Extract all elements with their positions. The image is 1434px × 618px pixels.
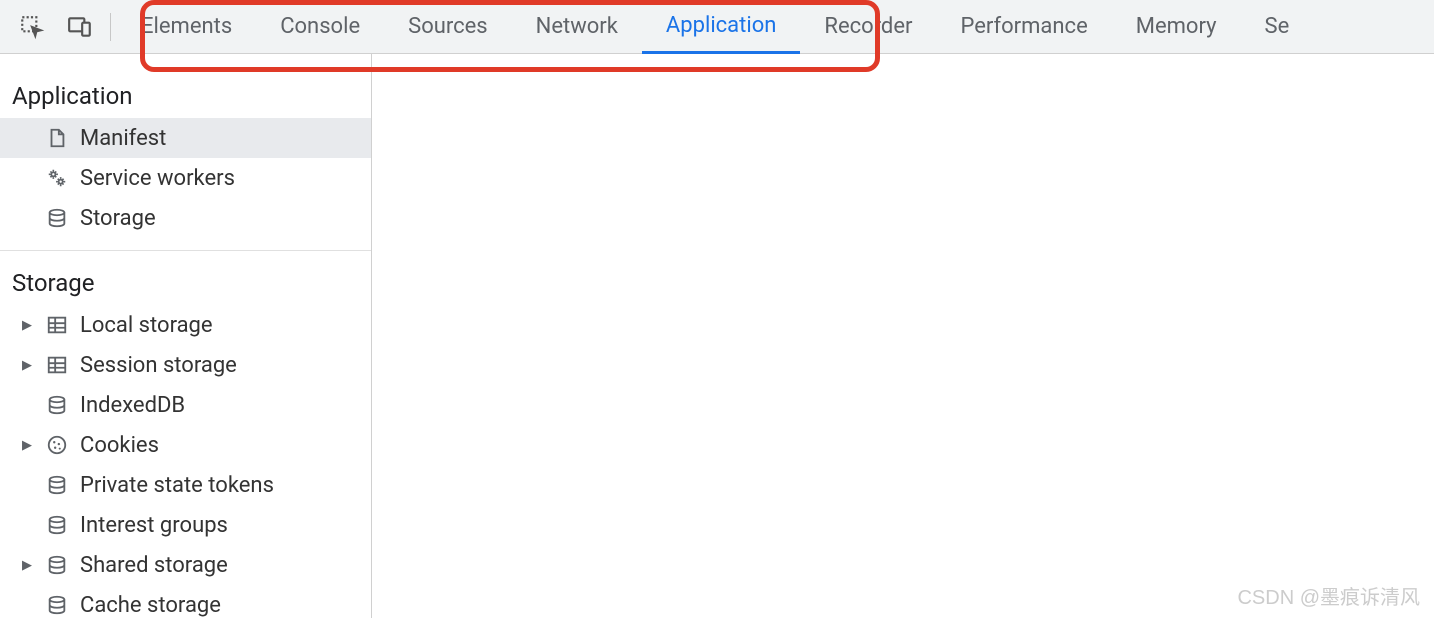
- tab-recorder[interactable]: Recorder: [800, 0, 936, 54]
- expand-toggle-icon[interactable]: ▶: [20, 358, 34, 373]
- sidebar-item-label: Service workers: [80, 166, 371, 191]
- tabs-container: Elements Console Sources Network Application…: [117, 0, 1313, 54]
- tab-label: Sources: [408, 14, 488, 39]
- sidebar-item-label: Shared storage: [80, 553, 371, 578]
- section-header: Storage: [0, 251, 371, 305]
- sidebar-item-local-storage[interactable]: ▶ Local storage: [0, 305, 371, 345]
- sidebar-item-indexeddb[interactable]: IndexedDB: [0, 385, 371, 425]
- sidebar-item-cache-storage[interactable]: Cache storage: [0, 585, 371, 618]
- application-sidebar[interactable]: Application Manifest Service workers Storag…: [0, 54, 372, 618]
- table-icon: [44, 354, 70, 376]
- tab-label: Recorder: [824, 14, 912, 39]
- tab-elements[interactable]: Elements: [117, 0, 256, 54]
- sidebar-item-label: IndexedDB: [80, 393, 371, 418]
- sidebar-item-label: Local storage: [80, 313, 371, 338]
- tab-label: Application: [666, 13, 776, 38]
- tab-sources[interactable]: Sources: [384, 0, 512, 54]
- sidebar-item-label: Interest groups: [80, 513, 371, 538]
- sidebar-item-label: Cookies: [80, 433, 371, 458]
- table-icon: [44, 314, 70, 336]
- tab-performance[interactable]: Performance: [936, 0, 1111, 54]
- inspect-element-icon[interactable]: [8, 0, 56, 54]
- tab-label: Network: [536, 14, 618, 39]
- expand-toggle-icon[interactable]: ▶: [20, 438, 34, 453]
- file-icon: [44, 127, 70, 149]
- sidebar-item-label: Private state tokens: [80, 473, 371, 498]
- database-icon: [44, 514, 70, 536]
- database-icon: [44, 594, 70, 616]
- expand-toggle-icon[interactable]: ▶: [20, 558, 34, 573]
- sidebar-item-interest-groups[interactable]: Interest groups: [0, 505, 371, 545]
- database-icon: [44, 554, 70, 576]
- body-area: Application Manifest Service workers Storag…: [0, 54, 1434, 618]
- tab-label: Performance: [960, 14, 1087, 39]
- main-panel: [372, 54, 1434, 618]
- sidebar-item-storage[interactable]: Storage: [0, 198, 371, 238]
- sidebar-item-service-workers[interactable]: Service workers: [0, 158, 371, 198]
- tab-application[interactable]: Application: [642, 0, 800, 54]
- expand-toggle-icon[interactable]: ▶: [20, 318, 34, 333]
- sidebar-item-session-storage[interactable]: ▶ Session storage: [0, 345, 371, 385]
- tab-label: Elements: [141, 14, 232, 39]
- database-icon: [44, 474, 70, 496]
- database-icon: [44, 394, 70, 416]
- device-toolbar-icon[interactable]: [56, 0, 104, 54]
- sidebar-item-shared-storage[interactable]: ▶ Shared storage: [0, 545, 371, 585]
- tab-network[interactable]: Network: [512, 0, 642, 54]
- gears-icon: [44, 167, 70, 189]
- tab-label: Console: [280, 14, 360, 39]
- tab-label: Memory: [1136, 14, 1217, 39]
- devtools-tabbar: Elements Console Sources Network Application…: [0, 0, 1434, 54]
- cookie-icon: [44, 434, 70, 456]
- tab-se[interactable]: Se: [1241, 0, 1314, 54]
- tab-memory[interactable]: Memory: [1112, 0, 1241, 54]
- section-header: Application: [0, 64, 371, 118]
- sidebar-item-label: Storage: [80, 206, 371, 231]
- tab-label: Se: [1265, 14, 1290, 39]
- sidebar-item-label: Cache storage: [80, 593, 371, 618]
- sidebar-item-private-state-tokens[interactable]: Private state tokens: [0, 465, 371, 505]
- database-icon: [44, 207, 70, 229]
- sidebar-item-label: Session storage: [80, 353, 371, 378]
- tabbar-divider: [110, 13, 111, 41]
- sidebar-item-cookies[interactable]: ▶ Cookies: [0, 425, 371, 465]
- sidebar-item-manifest[interactable]: Manifest: [0, 118, 371, 158]
- watermark: CSDN @墨痕诉清风: [1237, 581, 1420, 610]
- tab-console[interactable]: Console: [256, 0, 384, 54]
- sidebar-item-label: Manifest: [80, 126, 371, 151]
